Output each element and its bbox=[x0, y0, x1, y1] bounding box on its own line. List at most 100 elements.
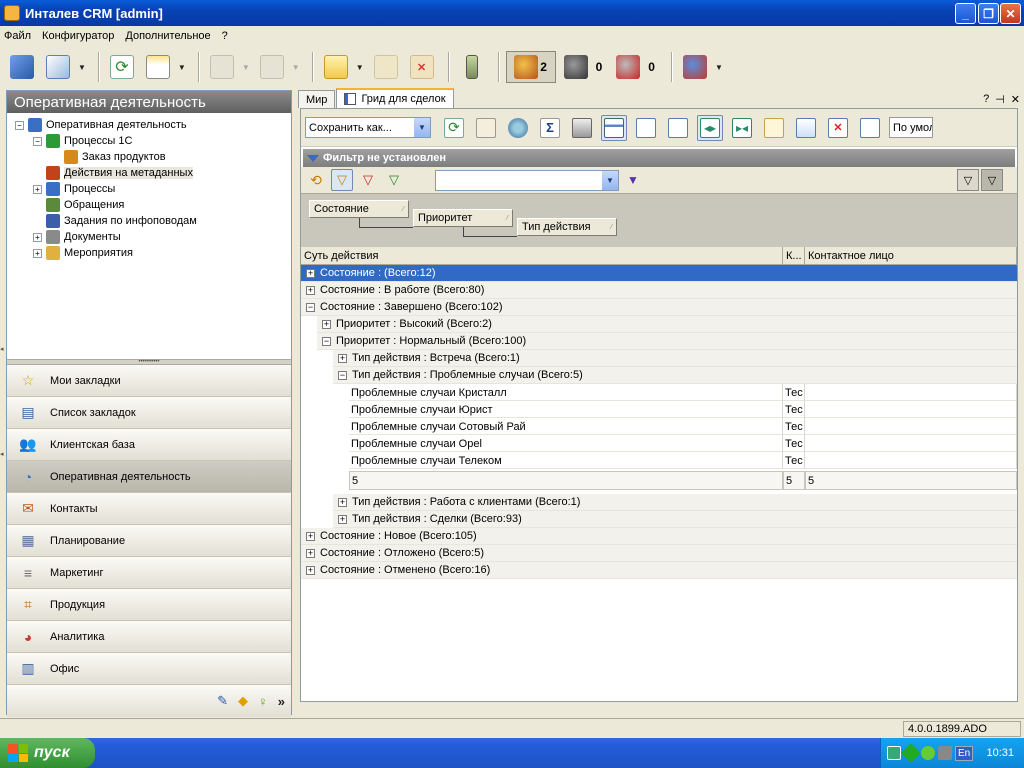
edit-grid-button[interactable] bbox=[761, 115, 787, 141]
edit-button-disabled[interactable] bbox=[256, 51, 288, 83]
group-row[interactable]: − Приоритет : Нормальный (Всего:100) bbox=[317, 333, 1017, 350]
edit-item-button[interactable] bbox=[370, 51, 402, 83]
filter-settings-button[interactable]: ▽ bbox=[957, 169, 979, 191]
dropdown-arrow-icon[interactable]: ▼ bbox=[242, 63, 250, 72]
table-cell-k[interactable]: Тес bbox=[783, 435, 805, 452]
nav-section-button[interactable]: ▦ Планирование bbox=[7, 525, 291, 557]
expand-plus-icon[interactable]: + bbox=[306, 268, 315, 278]
group-row[interactable]: − Состояние : Завершено (Всего:102) bbox=[301, 299, 1017, 316]
nav-section-button[interactable]: ☆ Мои закладки bbox=[7, 365, 291, 397]
filter-apply-icon[interactable]: ▼ bbox=[627, 173, 639, 187]
group-row[interactable]: + Тип действия : Сделки (Всего:93) bbox=[333, 511, 1017, 528]
expand-plus-icon[interactable]: + bbox=[306, 285, 315, 295]
edit-wizard-button[interactable] bbox=[6, 51, 38, 83]
card-button[interactable] bbox=[473, 115, 499, 141]
save-as-select[interactable]: Сохранить как... ▼ bbox=[305, 117, 431, 138]
table-cell-contact[interactable] bbox=[805, 435, 1017, 452]
help-icon[interactable]: ? bbox=[983, 93, 989, 106]
close-button[interactable]: ✕ bbox=[1000, 3, 1021, 24]
table-cell-action[interactable]: Проблемные случаи Телеком bbox=[349, 452, 783, 469]
window-button-disabled[interactable] bbox=[206, 51, 238, 83]
nav-section-button[interactable]: ▤ Список закладок bbox=[7, 397, 291, 429]
tree-item[interactable]: − Оперативная деятельность bbox=[15, 117, 291, 133]
nav-section-button[interactable]: ⌗ Продукция bbox=[7, 589, 291, 621]
maximize-button[interactable]: ❐ bbox=[978, 3, 999, 24]
tree-item[interactable]: Обращения bbox=[15, 197, 291, 213]
expand-all-button[interactable]: ◂▸ bbox=[697, 114, 723, 141]
collapse-minus-icon[interactable]: − bbox=[306, 302, 315, 312]
refresh-grid-button[interactable]: ⟳ bbox=[441, 115, 467, 141]
table-cell-k[interactable]: Тес bbox=[783, 452, 805, 469]
tree-expander-icon[interactable]: + bbox=[33, 184, 42, 194]
menu-additional[interactable]: Дополнительное bbox=[125, 30, 210, 42]
dropdown-arrow-icon[interactable]: ▼ bbox=[356, 63, 364, 72]
language-indicator[interactable]: En bbox=[955, 745, 974, 761]
column-header-k[interactable]: К... bbox=[783, 247, 805, 265]
group-chip-action-type[interactable]: Тип действия ⁄ bbox=[517, 218, 617, 236]
start-button[interactable]: пуск bbox=[0, 738, 95, 768]
table-cell-k[interactable]: Тес bbox=[783, 418, 805, 435]
remove-column-button[interactable] bbox=[665, 115, 691, 141]
nav-section-button[interactable]: ≡ Маркетинг bbox=[7, 557, 291, 589]
filter-refresh-button[interactable]: ⟲ bbox=[305, 169, 327, 191]
sign-document-button[interactable] bbox=[42, 51, 74, 83]
group-row[interactable]: + Приоритет : Высокий (Всего:2) bbox=[317, 316, 1017, 333]
table-cell-action[interactable]: Проблемные случаи Юрист bbox=[349, 401, 783, 418]
nav-section-button[interactable]: ◕ Аналитика bbox=[7, 621, 291, 653]
blocked-users-button[interactable] bbox=[612, 51, 644, 83]
refresh-button[interactable]: ⟳ bbox=[106, 51, 138, 83]
group-chip-state[interactable]: Состояние ⁄ bbox=[309, 200, 409, 218]
expand-plus-icon[interactable]: + bbox=[306, 548, 315, 558]
expand-plus-icon[interactable]: + bbox=[306, 565, 315, 575]
table-cell-contact[interactable] bbox=[805, 384, 1017, 401]
new-item-button[interactable] bbox=[320, 51, 352, 83]
sum-button[interactable]: Σ bbox=[537, 115, 563, 141]
dropdown-arrow-icon[interactable]: ▼ bbox=[78, 63, 86, 72]
tree-expander-icon[interactable]: − bbox=[15, 120, 24, 130]
active-users-button[interactable]: 2 bbox=[505, 51, 556, 83]
close-tab-icon[interactable]: ✕ bbox=[1011, 93, 1020, 106]
menu-configurator[interactable]: Конфигуратор bbox=[42, 30, 114, 42]
pin-icon[interactable]: ⊣ bbox=[995, 93, 1005, 106]
group-row[interactable]: + Тип действия : Работа с клиентами (Всег… bbox=[333, 494, 1017, 511]
add-filter-button[interactable]: ▽ bbox=[383, 169, 405, 191]
group-row[interactable]: + Состояние : Отложено (Всего:5) bbox=[301, 545, 1017, 562]
tree-item[interactable]: Заказ продуктов bbox=[15, 149, 291, 165]
table-cell-action[interactable]: Проблемные случаи Opel bbox=[349, 435, 783, 452]
filter-select[interactable]: ▼ bbox=[435, 169, 619, 191]
web-button[interactable] bbox=[505, 115, 531, 141]
table-cell-action[interactable]: Проблемные случаи Сотовый Рай bbox=[349, 418, 783, 435]
tree-item[interactable]: Действия на метаданных bbox=[15, 165, 291, 181]
minimize-button[interactable]: _ bbox=[955, 3, 976, 24]
table-view-button[interactable] bbox=[857, 115, 883, 141]
table-row[interactable]: Проблемные случаи Юрист Тес bbox=[349, 401, 1017, 418]
tree-item[interactable]: − Процессы 1С bbox=[15, 133, 291, 149]
speaker-icon[interactable] bbox=[938, 746, 952, 760]
expand-plus-icon[interactable]: + bbox=[338, 514, 347, 524]
table-row[interactable]: Проблемные случаи Сотовый Рай Тес bbox=[349, 418, 1017, 435]
more-chevron-icon[interactable]: » bbox=[278, 694, 285, 709]
table-cell-contact[interactable] bbox=[805, 452, 1017, 469]
column-header-contact[interactable]: Контактное лицо bbox=[805, 247, 1017, 265]
clear-filter-button[interactable]: ▽ bbox=[357, 169, 379, 191]
dropdown-arrow-icon[interactable]: ▼ bbox=[178, 63, 186, 72]
shield-icon[interactable] bbox=[921, 746, 935, 760]
nav-section-button[interactable]: 👥 Клиентская база bbox=[7, 429, 291, 461]
dropdown-arrow-icon[interactable]: ▼ bbox=[292, 63, 300, 72]
expand-plus-icon[interactable]: + bbox=[306, 531, 315, 541]
print-button[interactable] bbox=[569, 115, 595, 141]
table-cell-contact[interactable] bbox=[805, 401, 1017, 418]
collapse-all-button[interactable]: ▸◂ bbox=[729, 115, 755, 141]
column-header-action[interactable]: Суть действия bbox=[301, 247, 783, 265]
tree-item[interactable]: + Документы bbox=[15, 229, 291, 245]
menu-file[interactable]: Файл bbox=[4, 30, 31, 42]
add-column-button[interactable] bbox=[633, 115, 659, 141]
new-record-button[interactable] bbox=[793, 115, 819, 141]
table-row[interactable]: Проблемные случаи Opel Тес bbox=[349, 435, 1017, 452]
users-group-button[interactable] bbox=[679, 51, 711, 83]
expand-plus-icon[interactable]: + bbox=[322, 319, 331, 329]
tools-icon[interactable] bbox=[901, 743, 921, 763]
table-cell-k[interactable]: Тес bbox=[783, 401, 805, 418]
table-row[interactable]: Проблемные случаи Кристалл Тес bbox=[349, 384, 1017, 401]
table-row[interactable]: Проблемные случаи Телеком Тес bbox=[349, 452, 1017, 469]
